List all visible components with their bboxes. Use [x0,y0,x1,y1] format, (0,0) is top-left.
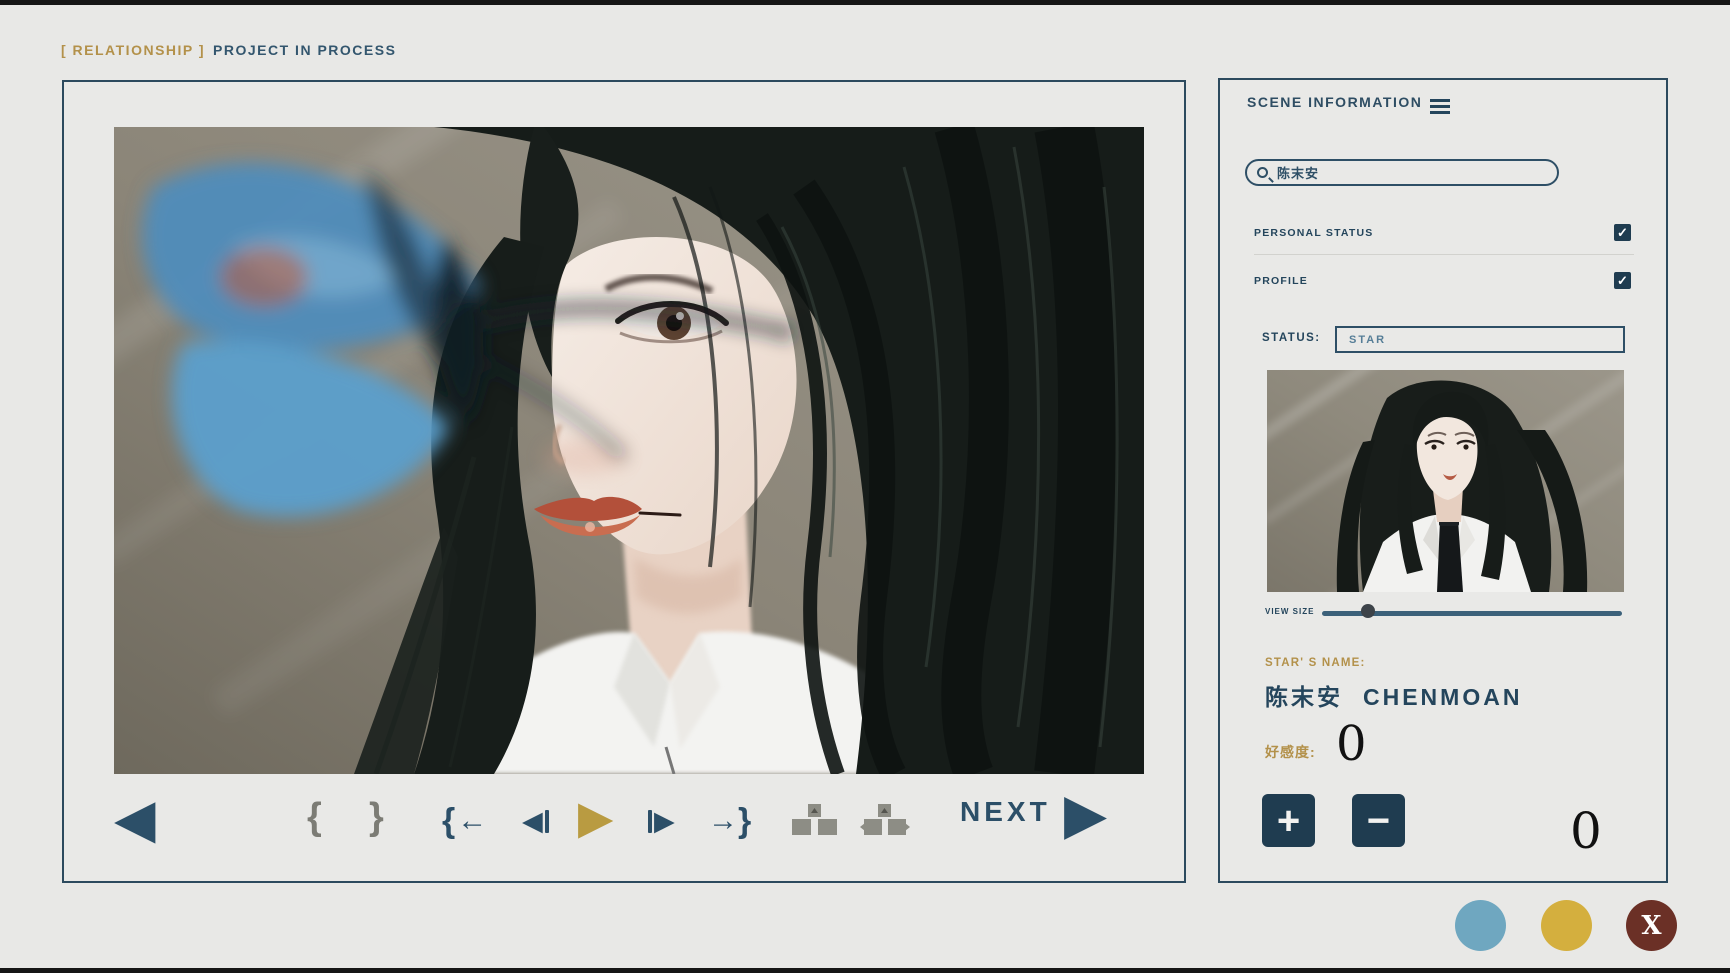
star-name-label: STAR' S NAME: [1265,657,1366,669]
jump-end-arrow-icon: → [708,806,736,836]
scene-information-panel: SCENE INFORMATION PERSONAL STATUS ✓ PROF… [1218,78,1668,883]
increase-button[interactable]: + [1262,794,1315,847]
favorability-value: 0 [1336,716,1367,772]
app-root: { "colors": { "navy": "#2e4f66", "gold":… [0,0,1730,973]
brace-open-icon: { [307,796,322,838]
scene-layout-alt-icon [860,804,910,838]
star-name: 陈末安 CHENMOAN [1265,678,1522,712]
menu-icon[interactable] [1430,99,1450,117]
screen-bottom-edge [0,968,1730,973]
scene-layout-icon [792,804,838,838]
stage-panel: ◀ { } { ← ◀ ▶ ▶ → } NEXT [62,80,1186,883]
next-button[interactable]: NEXT [960,798,1051,826]
search-icon [1257,167,1268,178]
jump-to-start-button[interactable]: { ← [442,804,485,838]
counter-value: 0 [1570,802,1602,860]
check-icon: ✓ [1617,225,1628,241]
profile-label: PROFILE [1254,275,1308,287]
next-triangle-button[interactable]: ▶ [1064,786,1107,842]
next-triangle-icon: ▶ [1064,782,1107,845]
relationship-label: [ RELATIONSHIP ] [61,42,205,58]
step-forward-bar-icon [648,810,652,833]
screen-top-edge [0,0,1730,5]
jump-start-brace-icon: { [442,804,455,838]
favorability-label: 好感度: [1265,742,1316,762]
brace-close-icon: } [369,796,384,838]
brace-close-button[interactable]: } [369,798,384,836]
window-dot-blue[interactable] [1455,900,1506,951]
status-label: STATUS: [1262,332,1321,344]
close-button[interactable]: X [1626,900,1677,951]
personal-status-label: PERSONAL STATUS [1254,227,1374,239]
step-forward-triangle-icon: ▶ [654,808,675,835]
character-portrait [1267,370,1624,592]
step-forward-button[interactable]: ▶ [648,808,675,835]
step-back-triangle-icon: ◀ [522,808,543,835]
back-button[interactable]: ◀ [114,792,156,846]
play-icon: ▶ [578,791,613,843]
step-back-button[interactable]: ◀ [522,808,549,835]
star-name-en: CHENMOAN [1363,684,1522,710]
scene-layout-button[interactable] [792,804,838,842]
brace-open-button[interactable]: { [307,798,322,836]
search-box[interactable] [1245,159,1559,186]
jump-to-end-button[interactable]: → } [708,804,751,838]
jump-end-brace-icon: } [738,804,751,838]
star-name-cn: 陈末安 [1265,684,1343,710]
status-input[interactable] [1335,326,1625,353]
scene-layout-alt-button[interactable] [860,804,910,842]
scene-illustration [114,127,1144,774]
profile-checkbox[interactable]: ✓ [1614,272,1631,289]
view-size-slider-handle[interactable] [1361,604,1375,618]
divider [1254,254,1634,255]
minus-icon: − [1367,801,1390,841]
search-input[interactable] [1277,165,1527,180]
jump-start-arrow-icon: ← [457,806,485,836]
back-icon: ◀ [114,789,156,849]
plus-icon: + [1277,801,1300,841]
decrease-button[interactable]: − [1352,794,1405,847]
page-title: PROJECT IN PROCESS [213,42,396,58]
view-size-label: VIEW SIZE [1265,607,1314,616]
personal-status-checkbox[interactable]: ✓ [1614,224,1631,241]
check-icon: ✓ [1617,273,1628,289]
close-icon: X [1641,911,1661,941]
breadcrumb: [ RELATIONSHIP ] PROJECT IN PROCESS [61,42,396,58]
step-back-bar-icon [545,810,549,833]
scene-information-title: SCENE INFORMATION [1247,94,1422,110]
play-button[interactable]: ▶ [578,794,613,840]
next-label: NEXT [960,796,1051,827]
window-dot-gold[interactable] [1541,900,1592,951]
